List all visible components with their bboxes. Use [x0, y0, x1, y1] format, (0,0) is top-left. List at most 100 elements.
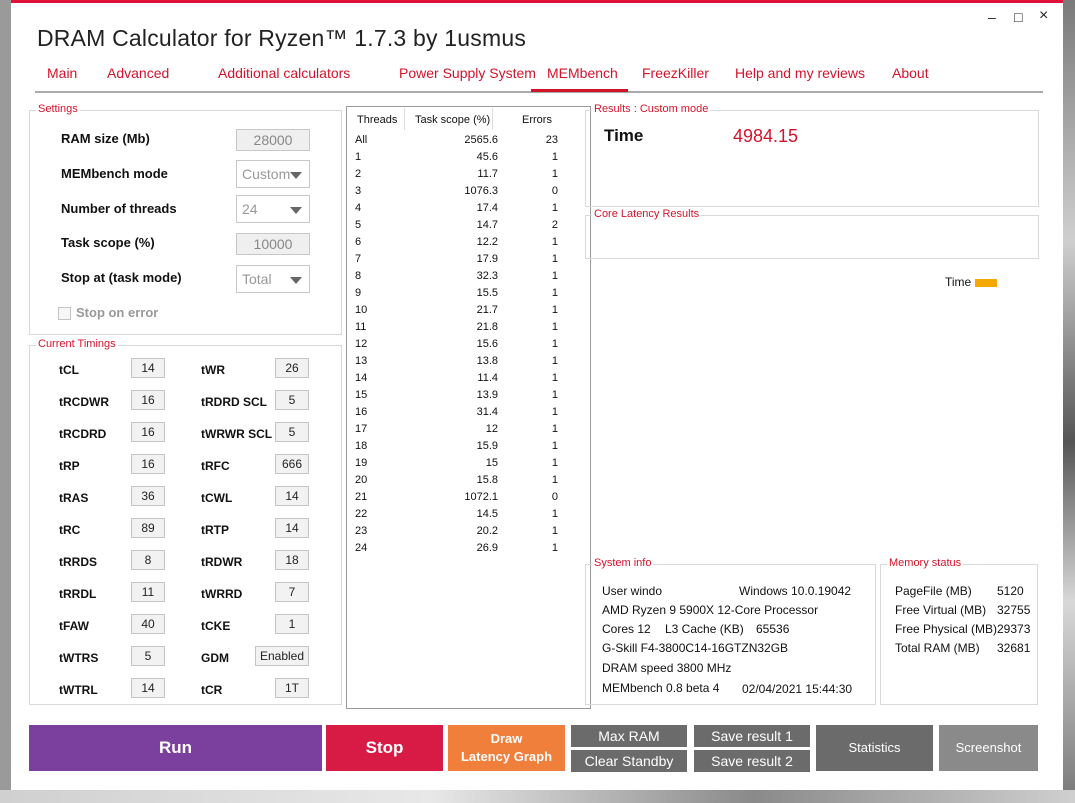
tab-main[interactable]: Main: [47, 65, 77, 81]
thread-id-cell: 3: [355, 185, 362, 197]
table-row: 2 11.7 1: [347, 168, 590, 185]
errors-cell: 1: [551, 474, 558, 486]
timing-label: tWTRL: [59, 683, 98, 697]
ram-size-input[interactable]: 28000: [236, 129, 310, 151]
total-ram-value: 32681: [997, 641, 1031, 655]
stop-on-error-checkbox[interactable]: [58, 307, 71, 320]
app-window: DRAM Calculator for Ryzen™ 1.7.3 by 1usm…: [11, 0, 1063, 790]
task-scope-cell: 21.7: [476, 304, 498, 316]
timing-label: tCL: [59, 363, 79, 377]
errors-cell: 1: [551, 423, 558, 435]
thread-id-cell: 17: [355, 423, 368, 435]
table-row: 3 1076.3 0: [347, 185, 590, 202]
save-result-1-button[interactable]: Save result 1: [694, 725, 810, 747]
tab-advanced[interactable]: Advanced: [107, 65, 169, 81]
timing-value: 1: [275, 614, 309, 634]
minimize-button[interactable]: –: [988, 9, 996, 25]
maximize-button[interactable]: □: [1014, 9, 1022, 25]
task-scope-cell: 14.7: [476, 219, 498, 231]
task-scope-cell: 17.4: [476, 202, 498, 214]
draw-latency-graph-button[interactable]: Draw Latency Graph: [448, 725, 565, 771]
timing-label: tWR: [201, 363, 225, 377]
tab-membench[interactable]: MEMbench: [547, 65, 618, 81]
time-value: 4984.15: [733, 126, 799, 146]
table-row: 8 32.3 1: [347, 270, 590, 287]
timing-value: 5: [131, 646, 165, 666]
timing-label: tWTRS: [59, 651, 99, 665]
timing-value: 8: [131, 550, 165, 570]
thread-id-cell: 12: [355, 338, 368, 350]
free-virtual-label: Free Virtual (MB): [895, 603, 987, 617]
timing-label: tWRWR SCL: [201, 427, 273, 441]
membench-mode-label: MEMbench mode: [61, 166, 168, 181]
max-ram-button[interactable]: Max RAM: [571, 725, 687, 747]
timing-value: 1T: [275, 678, 309, 698]
timing-label: tRTP: [201, 523, 229, 537]
table-row: 24 26.9 1: [347, 542, 590, 559]
l3-cache-value: 65536: [756, 622, 790, 636]
thread-id-cell: 19: [355, 457, 368, 469]
table-row: 10 21.7 1: [347, 304, 590, 321]
stop-button[interactable]: Stop: [326, 725, 443, 771]
thread-id-cell: 1: [355, 151, 362, 163]
legend-time-label: Time: [945, 275, 972, 289]
clear-standby-button[interactable]: Clear Standby: [571, 750, 687, 772]
task-scope-cell: 31.4: [476, 406, 498, 418]
current-timings-group: Current Timings tCL 14 tRCDWR 16 tRCDRD …: [29, 338, 342, 705]
cpu-name: AMD Ryzen 9 5900X 12-Core Processor: [602, 603, 819, 617]
stop-on-error-label: Stop on error: [76, 305, 159, 320]
timing-value: 7: [275, 582, 309, 602]
timing-label: tRFC: [201, 459, 230, 473]
errors-cell: 1: [551, 236, 558, 248]
task-scope-cell: 15.5: [476, 287, 498, 299]
tab-freezkiller[interactable]: FreezKiller: [642, 65, 709, 81]
memory-status-title: Memory status: [887, 557, 964, 569]
task-scope-input[interactable]: 10000: [236, 233, 310, 255]
timing-label: tCKE: [201, 619, 231, 633]
timing-value: 666: [275, 454, 309, 474]
task-scope-cell: 1072.1: [464, 491, 498, 503]
free-physical-value: 29373: [997, 622, 1031, 636]
close-button[interactable]: ×: [1039, 7, 1048, 25]
chevron-down-icon: [290, 277, 302, 284]
save-result-2-button[interactable]: Save result 2: [694, 750, 810, 772]
stop-at-select[interactable]: Total: [236, 265, 310, 293]
tab-power-supply-system[interactable]: Power Supply System: [399, 65, 536, 81]
membench-mode-select[interactable]: Custom: [236, 160, 310, 188]
table-row: 5 14.7 2: [347, 219, 590, 236]
thread-id-cell: 7: [355, 253, 362, 265]
errors-cell: 1: [551, 440, 558, 452]
tab-additional-calculators[interactable]: Additional calculators: [218, 65, 350, 81]
table-row: 13 13.8 1: [347, 355, 590, 372]
thread-id-cell: 24: [355, 542, 368, 554]
task-scope-cell: 20.2: [476, 525, 498, 537]
stop-at-label: Stop at (task mode): [61, 270, 182, 285]
task-scope-cell: 15.6: [476, 338, 498, 350]
tab-about[interactable]: About: [892, 65, 929, 81]
threads-select[interactable]: 24: [236, 195, 310, 223]
table-row: 6 12.2 1: [347, 236, 590, 253]
screenshot-button[interactable]: Screenshot: [939, 725, 1038, 771]
errors-cell: 1: [551, 406, 558, 418]
task-scope-cell: 26.9: [476, 542, 498, 554]
statistics-button[interactable]: Statistics: [816, 725, 933, 771]
task-scope-cell: 12.2: [476, 236, 498, 248]
thread-id-cell: 10: [355, 304, 368, 316]
task-scope-cell: 11.4: [477, 372, 498, 384]
errors-cell: 1: [551, 338, 558, 350]
table-row: 17 12 1: [347, 423, 590, 440]
timestamp: 02/04/2021 15:44:30: [742, 682, 853, 696]
timing-value: 40: [131, 614, 165, 634]
timing-value: 16: [131, 422, 165, 442]
run-button[interactable]: Run: [29, 725, 322, 771]
user-label: User windo: [602, 584, 663, 598]
draw-label: Draw: [490, 731, 523, 746]
memory-kit: G-Skill F4-3800C14-16GTZN32GB: [602, 641, 789, 655]
timing-value: 11: [131, 582, 165, 602]
latency-graph-label: Latency Graph: [460, 749, 553, 764]
timing-label: tCWL: [201, 491, 233, 505]
membench-mode-value: Custom: [242, 166, 291, 182]
tab-help-and-reviews[interactable]: Help and my reviews: [735, 65, 865, 81]
thread-id-cell: 6: [355, 236, 362, 248]
timing-label: tRRDL: [59, 587, 97, 601]
